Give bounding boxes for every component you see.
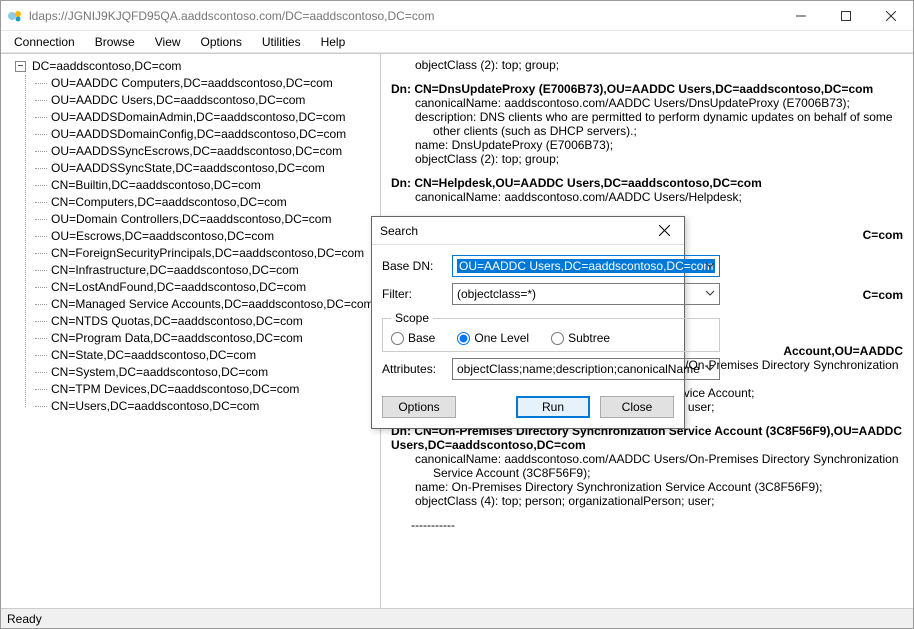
window-controls <box>778 1 913 30</box>
scope-radio-base[interactable]: Base <box>391 331 435 345</box>
menu-help[interactable]: Help <box>312 33 355 51</box>
tree-item[interactable]: CN=Computers,DC=aaddscontoso,DC=com <box>25 194 378 211</box>
menu-view[interactable]: View <box>146 33 190 51</box>
scope-fieldset: Scope Base One Level Subtree <box>382 311 720 352</box>
tree-item[interactable]: CN=NTDS Quotas,DC=aaddscontoso,DC=com <box>25 313 378 330</box>
tree-item[interactable]: OU=AADDSSyncState,DC=aaddscontoso,DC=com <box>25 160 378 177</box>
dialog-close-action-button[interactable]: Close <box>600 396 674 418</box>
tree-item[interactable]: OU=AADDC Computers,DC=aaddscontoso,DC=co… <box>25 75 378 92</box>
dialog-close-button[interactable] <box>652 219 676 243</box>
tree-item[interactable]: OU=AADDC Users,DC=aaddscontoso,DC=com <box>25 92 378 109</box>
tree-collapse-icon[interactable]: − <box>15 61 26 72</box>
attr-line: canonicalName: aaddscontoso.com/AADDC Us… <box>429 452 907 480</box>
attr-line: objectClass (2): top; group; <box>429 152 907 166</box>
menu-connection[interactable]: Connection <box>5 33 84 51</box>
attr-line: description: DNS clients who are permitt… <box>429 110 907 138</box>
tree-root-label: DC=aaddscontoso,DC=com <box>30 58 183 75</box>
statusbar: Ready <box>1 608 913 628</box>
tree-item[interactable]: CN=Program Data,DC=aaddscontoso,DC=com <box>25 330 378 347</box>
scope-legend: Scope <box>391 311 433 325</box>
base-dn-label: Base DN: <box>382 259 448 273</box>
tree-item[interactable]: CN=Users,DC=aaddscontoso,DC=com <box>25 398 378 415</box>
menu-utilities[interactable]: Utilities <box>253 33 310 51</box>
maximize-button[interactable] <box>823 1 868 30</box>
tree-children: OU=AADDC Computers,DC=aaddscontoso,DC=co… <box>5 75 378 415</box>
app-window: ldaps://JGNIJ9KJQFD95QA.aaddscontoso.com… <box>0 0 914 629</box>
chevron-down-icon <box>705 260 715 270</box>
dialog-body: Base DN: OU=AADDC Users,DC=aaddscontoso,… <box>372 245 684 388</box>
dialog-title-text: Search <box>380 224 418 238</box>
minimize-button[interactable] <box>778 1 823 30</box>
attributes-value: objectClass;name;description;canonicalNa… <box>457 362 700 376</box>
tree-item[interactable]: CN=ForeignSecurityPrincipals,DC=aaddscon… <box>25 245 378 262</box>
tree-item[interactable]: CN=Managed Service Accounts,DC=aaddscont… <box>25 296 378 313</box>
close-icon <box>659 225 670 236</box>
filter-value: (objectclass=*) <box>457 287 536 301</box>
app-icon <box>7 8 23 24</box>
chevron-down-icon <box>705 363 715 373</box>
tree-item[interactable]: OU=AADDSDomainAdmin,DC=aaddscontoso,DC=c… <box>25 109 378 126</box>
search-dialog: Search Base DN: OU=AADDC Users,DC=aaddsc… <box>371 216 685 429</box>
scope-radio-subtree[interactable]: Subtree <box>551 331 610 345</box>
options-button[interactable]: Options <box>382 396 456 418</box>
dn-line: Dn: CN=DnsUpdateProxy (E7006B73),OU=AADD… <box>391 82 907 96</box>
dn-line: Dn: CN=Helpdesk,OU=AADDC Users,DC=aaddsc… <box>391 176 907 190</box>
attr-line: objectClass (2): top; group; <box>429 58 907 72</box>
tree-item[interactable]: CN=Builtin,DC=aaddscontoso,DC=com <box>25 177 378 194</box>
dialog-actions: Options Run Close <box>372 388 684 428</box>
tree-root-row[interactable]: − DC=aaddscontoso,DC=com <box>5 58 378 75</box>
menu-browse[interactable]: Browse <box>86 33 144 51</box>
run-button[interactable]: Run <box>516 396 590 418</box>
result-block: Dn: CN=DnsUpdateProxy (E7006B73),OU=AADD… <box>411 82 907 166</box>
results-separator: ----------- <box>411 518 907 532</box>
tree-item[interactable]: CN=System,DC=aaddscontoso,DC=com <box>25 364 378 381</box>
window-title: ldaps://JGNIJ9KJQFD95QA.aaddscontoso.com… <box>29 9 778 23</box>
chevron-down-icon <box>705 288 715 298</box>
dialog-titlebar[interactable]: Search <box>372 217 684 245</box>
attributes-combo[interactable]: objectClass;name;description;canonicalNa… <box>452 358 720 380</box>
filter-combo[interactable]: (objectclass=*) <box>452 283 720 305</box>
tree-item[interactable]: CN=LostAndFound,DC=aaddscontoso,DC=com <box>25 279 378 296</box>
result-block: Dn: CN=On-Premises Directory Synchroniza… <box>411 424 907 508</box>
base-dn-combo[interactable]: OU=AADDC Users,DC=aaddscontoso,DC=com <box>452 255 720 277</box>
attr-line: canonicalName: aaddscontoso.com/AADDC Us… <box>429 96 907 110</box>
tree-item[interactable]: OU=AADDSSyncEscrows,DC=aaddscontoso,DC=c… <box>25 143 378 160</box>
menubar: Connection Browse View Options Utilities… <box>1 31 913 53</box>
menu-options[interactable]: Options <box>192 33 251 51</box>
titlebar: ldaps://JGNIJ9KJQFD95QA.aaddscontoso.com… <box>1 1 913 31</box>
attributes-label: Attributes: <box>382 362 448 376</box>
status-text: Ready <box>7 612 42 626</box>
tree-item[interactable]: CN=Infrastructure,DC=aaddscontoso,DC=com <box>25 262 378 279</box>
attr-line: name: On-Premises Directory Synchronizat… <box>429 480 907 494</box>
result-block: objectClass (2): top; group; <box>411 58 907 72</box>
tree-item[interactable]: CN=State,DC=aaddscontoso,DC=com <box>25 347 378 364</box>
tree-item[interactable]: OU=Domain Controllers,DC=aaddscontoso,DC… <box>25 211 378 228</box>
tree-pane[interactable]: − DC=aaddscontoso,DC=com OU=AADDC Comput… <box>1 54 381 608</box>
attr-line: canonicalName: aaddscontoso.com/AADDC Us… <box>429 190 907 204</box>
base-dn-value: OU=AADDC Users,DC=aaddscontoso,DC=com <box>457 259 715 273</box>
close-button[interactable] <box>868 1 913 30</box>
tree-item[interactable]: OU=AADDSDomainConfig,DC=aaddscontoso,DC=… <box>25 126 378 143</box>
scope-radio-one-level[interactable]: One Level <box>457 331 529 345</box>
result-block: Dn: CN=Helpdesk,OU=AADDC Users,DC=aaddsc… <box>411 176 907 204</box>
tree-item[interactable]: OU=Escrows,DC=aaddscontoso,DC=com <box>25 228 378 245</box>
attr-line: objectClass (4): top; person; organizati… <box>429 494 907 508</box>
filter-label: Filter: <box>382 287 448 301</box>
attr-line: name: DnsUpdateProxy (E7006B73); <box>429 138 907 152</box>
tree-item[interactable]: CN=TPM Devices,DC=aaddscontoso,DC=com <box>25 381 378 398</box>
